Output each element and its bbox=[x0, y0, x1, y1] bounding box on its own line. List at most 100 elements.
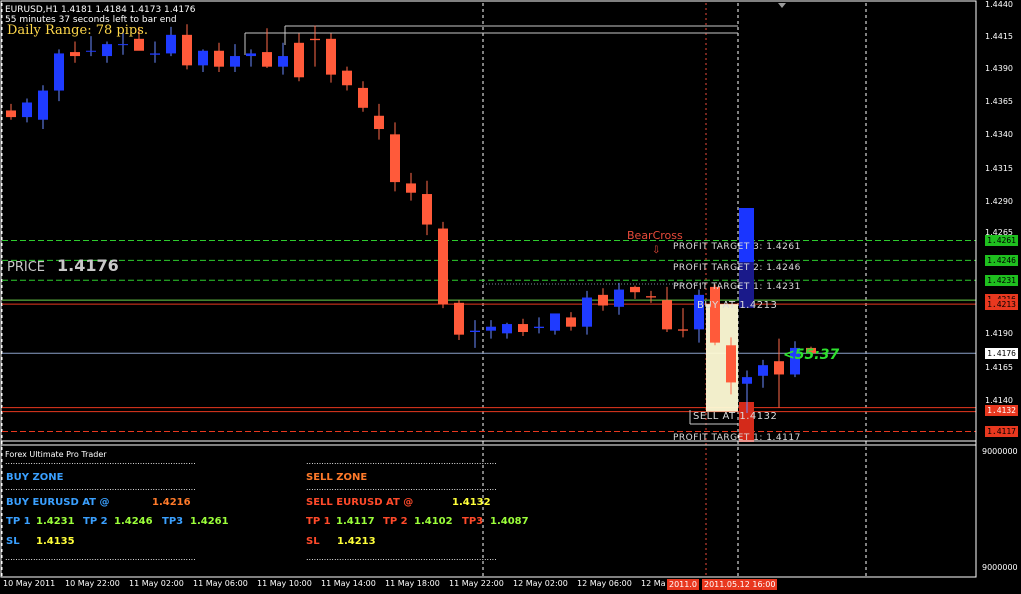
y-tick: 1.4415 bbox=[985, 32, 1013, 41]
buy-divider: ........................................… bbox=[5, 483, 195, 492]
candle-body bbox=[134, 38, 144, 51]
candle-body bbox=[70, 52, 80, 57]
candle-body bbox=[166, 34, 176, 54]
x-tick: 10 May 2011 bbox=[3, 579, 56, 588]
sell-tp2-label: TP 2 bbox=[383, 516, 408, 527]
candle-body bbox=[646, 296, 656, 298]
candle-body bbox=[710, 286, 720, 343]
buy-tp1-value: 1.4231 bbox=[36, 516, 75, 527]
candle-body bbox=[294, 42, 304, 78]
sell-at-text: SELL EURUSD AT @ bbox=[306, 497, 414, 508]
candle-body bbox=[534, 326, 544, 329]
candle-body bbox=[566, 317, 576, 327]
buy-tp1-label: TP 1 bbox=[6, 516, 31, 527]
y-tick: 1.4190 bbox=[985, 329, 1013, 338]
candle-body bbox=[326, 38, 336, 75]
buy-at-text: BUY EURUSD AT @ bbox=[6, 497, 110, 508]
candle-body bbox=[102, 44, 112, 57]
current-datetime-box: 2011.05.12 16:00 bbox=[702, 579, 778, 590]
sell-sl-label: SL bbox=[306, 536, 320, 547]
y-level-box: 1.4132 bbox=[985, 405, 1018, 416]
sell-tp3-value: 1.4087 bbox=[490, 516, 529, 527]
candle-body bbox=[582, 297, 592, 327]
x-tick: 11 May 02:00 bbox=[129, 579, 184, 588]
candle-body bbox=[678, 329, 688, 331]
buy-tp2-label: TP 2 bbox=[83, 516, 108, 527]
buy-pressure-bar bbox=[739, 208, 754, 262]
candle-body bbox=[86, 50, 96, 52]
y-level-box: 1.4231 bbox=[985, 275, 1018, 286]
candle-body bbox=[54, 53, 64, 91]
sell-sl-value: 1.4213 bbox=[337, 536, 376, 547]
symbol-ohlc-line: EURUSD,H1 1.4181 1.4184 1.4173 1.4176 bbox=[5, 5, 196, 15]
candle-body bbox=[726, 345, 736, 383]
candle-body bbox=[742, 377, 752, 384]
y-level-box: 1.4246 bbox=[985, 255, 1018, 266]
x-tick: 12 Ma bbox=[641, 579, 666, 588]
candle-body bbox=[278, 56, 288, 67]
price-label: PRICE bbox=[7, 260, 45, 275]
x-tick: 12 May 02:00 bbox=[513, 579, 568, 588]
y-tick: 1.4440 bbox=[985, 0, 1013, 9]
y-tick: 1.4390 bbox=[985, 64, 1013, 73]
candle-body bbox=[374, 115, 384, 130]
candle-body bbox=[38, 90, 48, 120]
buy-tp3-label: TP3 bbox=[162, 516, 184, 527]
price-value: 1.4176 bbox=[57, 256, 119, 275]
sell-tp1-value: 1.4117 bbox=[336, 516, 375, 527]
profit-target-1-label: PROFIT TARGET 1: 1.4231 bbox=[673, 282, 801, 292]
candle-body bbox=[486, 326, 496, 331]
candle-body bbox=[342, 70, 352, 86]
y-level-box: 1.4117 bbox=[985, 426, 1018, 437]
y-level-box: 1.4261 bbox=[985, 235, 1018, 246]
candle-body bbox=[630, 286, 640, 293]
buy-divider: ........................................… bbox=[5, 553, 195, 562]
x-tick: 11 May 22:00 bbox=[449, 579, 504, 588]
candle-body bbox=[358, 87, 368, 108]
sell-divider: ........................................… bbox=[306, 483, 496, 492]
x-tick: 11 May 14:00 bbox=[321, 579, 376, 588]
sell-zone-title: SELL ZONE bbox=[306, 472, 368, 483]
y-tick: 1.4140 bbox=[985, 396, 1013, 405]
y-tick: 1.4165 bbox=[985, 363, 1013, 372]
sell-tp2-value: 1.4102 bbox=[414, 516, 453, 527]
countdown-timer: <55:37 bbox=[783, 347, 840, 363]
candle-body bbox=[470, 330, 480, 333]
candle-body bbox=[518, 324, 528, 333]
profit-target-3-label: PROFIT TARGET 3: 1.4261 bbox=[673, 242, 801, 252]
x-tick: 11 May 18:00 bbox=[385, 579, 440, 588]
candle-body bbox=[550, 313, 560, 331]
sell-tp3-label: TP3 bbox=[462, 516, 484, 527]
candle-body bbox=[614, 289, 624, 307]
y-tick: 1.4365 bbox=[985, 97, 1013, 106]
candle-body bbox=[774, 361, 784, 375]
bearcross-label: BearCross bbox=[627, 229, 683, 242]
candle-body bbox=[422, 194, 432, 225]
buy-at-value: 1.4216 bbox=[152, 497, 191, 508]
x-tick: 11 May 10:00 bbox=[257, 579, 312, 588]
candle-body bbox=[598, 294, 608, 306]
sell-divider: ........................................… bbox=[306, 457, 496, 466]
sell-divider: ........................................… bbox=[306, 553, 496, 562]
candle-body bbox=[454, 302, 464, 335]
sell-profit-target-1-label: PROFIT TARGET 1: 1.4117 bbox=[673, 433, 801, 443]
sub-y-tick: 9000000 bbox=[982, 563, 1018, 572]
x-tick: 12 May 06:00 bbox=[577, 579, 632, 588]
sub-y-tick: 9000000 bbox=[982, 447, 1018, 456]
candle-body bbox=[118, 44, 128, 46]
profit-target-2-label: PROFIT TARGET 2: 1.4246 bbox=[673, 263, 801, 273]
bearcross-arrow-icon: ⇩ bbox=[652, 245, 661, 256]
sell-tp1-label: TP 1 bbox=[306, 516, 331, 527]
buy-sl-value: 1.4135 bbox=[36, 536, 75, 547]
candle-body bbox=[406, 183, 416, 193]
candle-body bbox=[230, 56, 240, 67]
candle-body bbox=[310, 38, 320, 41]
daily-range-text: Daily Range: 78 pips. bbox=[7, 23, 148, 38]
buy-divider: ........................................… bbox=[5, 457, 195, 466]
y-level-box: 1.4213 bbox=[985, 299, 1018, 310]
sell-at-label: SELL AT 1.4132 bbox=[693, 411, 778, 422]
candle-body bbox=[182, 34, 192, 66]
sell-at-value: 1.4132 bbox=[452, 497, 491, 508]
x-tick: 10 May 22:00 bbox=[65, 579, 120, 588]
buy-tp3-value: 1.4261 bbox=[190, 516, 229, 527]
